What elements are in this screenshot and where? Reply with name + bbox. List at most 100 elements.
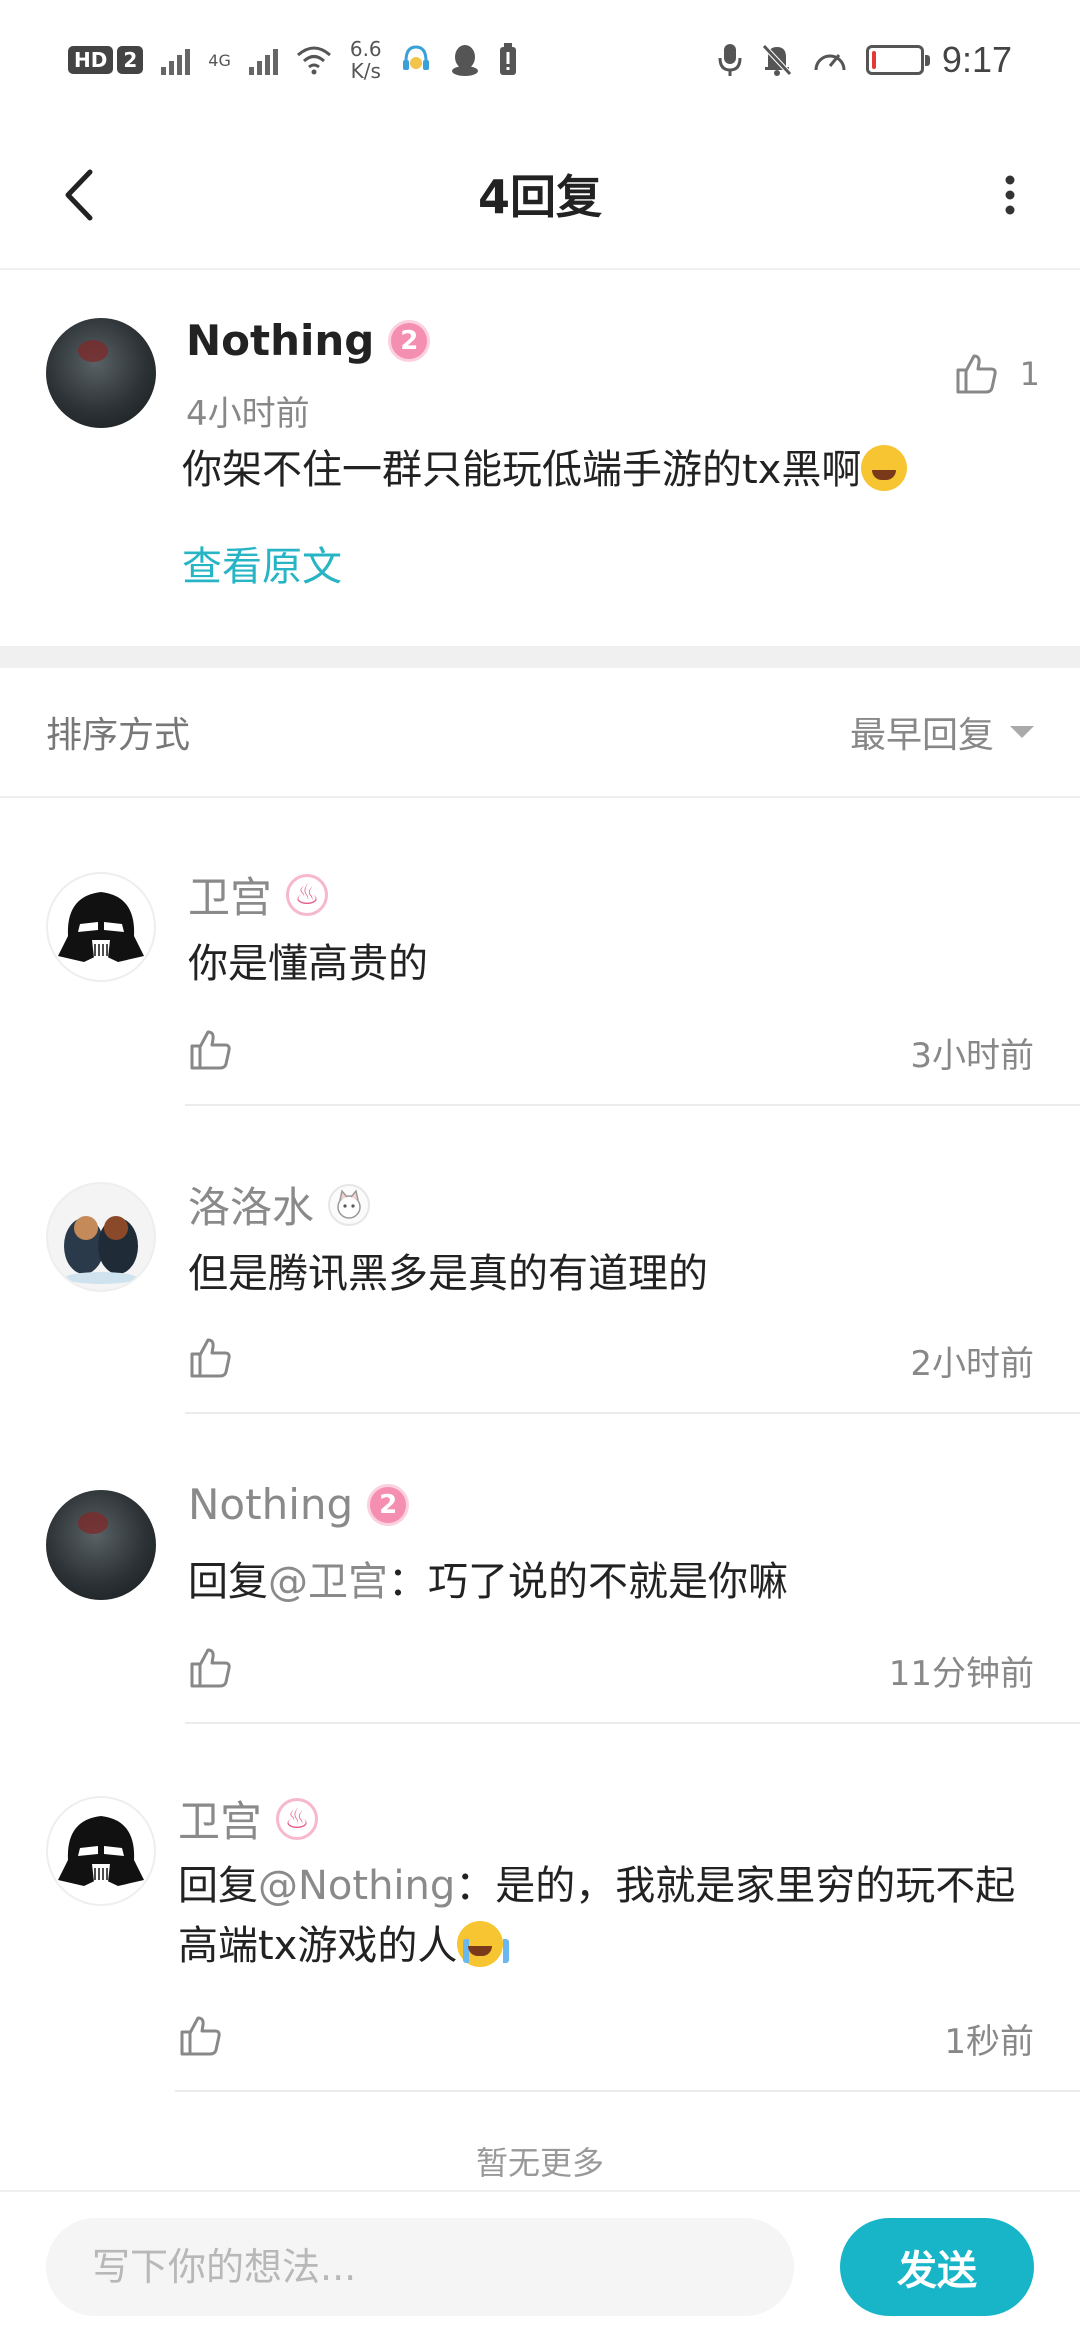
fire-icon: ♨ — [284, 1802, 310, 1835]
reply-item: 卫宫 ♨ 回复@Nothing：是的，我就是家里穷的玩不起高端tx游戏的人 1秒… — [0, 1726, 1080, 2096]
qq-icon — [451, 45, 478, 76]
crying-emoji — [457, 1921, 510, 1967]
avatar[interactable] — [46, 1796, 156, 1906]
level-badge: 2 — [388, 319, 431, 362]
sort-dropdown[interactable]: 最早回复 — [850, 706, 1034, 758]
author-row: Nothing 2 — [186, 316, 431, 365]
hd-icon: HD 2 — [68, 46, 144, 74]
reply-time: 11分钟前 — [888, 1654, 1034, 1694]
reply-item: 洛洛水 但是腾讯黑多是真的有道理的 2小时前 — [0, 1108, 1080, 1416]
caret-down-icon — [1010, 726, 1034, 738]
reply-item: 卫宫 ♨ 你是懂高贵的 3小时前 — [0, 798, 1080, 1108]
reply-time: 2小时前 — [910, 1344, 1034, 1384]
avatar[interactable] — [46, 1182, 156, 1292]
reply-item: Nothing 2 回复@卫宫：巧了说的不就是你嘛 11分钟前 — [0, 1416, 1080, 1726]
more-vertical-icon — [1005, 175, 1015, 215]
reply-text: 你是懂高贵的 — [188, 941, 428, 987]
status-right: 9:17 — [718, 39, 1012, 81]
author-row: 卫宫 ♨ — [178, 1788, 319, 1849]
reply-time: 3小时前 — [910, 1036, 1034, 1076]
battery-level — [871, 51, 876, 69]
mention-link[interactable]: @Nothing — [258, 1863, 455, 1909]
divider — [185, 1412, 1080, 1414]
like-button[interactable] — [180, 1638, 240, 1698]
thumbs-up-icon — [190, 1030, 231, 1070]
vader-avatar-icon — [58, 892, 144, 962]
author-name[interactable]: Nothing — [186, 316, 374, 365]
thumbs-up-icon — [180, 2016, 221, 2056]
composer-bar: 发送 — [0, 2190, 1080, 2340]
mute-bell-icon — [762, 44, 792, 76]
speedometer-icon — [814, 54, 846, 71]
cat-icon — [337, 1188, 361, 1219]
like-button[interactable] — [180, 1020, 240, 1080]
avatar[interactable] — [46, 872, 156, 982]
clock: 9:17 — [941, 39, 1012, 80]
fire-badge: ♨ — [286, 873, 329, 916]
rolling-laugh-emoji — [861, 445, 908, 491]
nav-bar: 4回复 — [0, 120, 1080, 270]
root-comment: Nothing 2 4小时前 你架不住一群只能玩低端手游的tx黑啊 查看原文 1 — [0, 272, 1080, 646]
mention-link[interactable]: @卫宫 — [268, 1559, 388, 1605]
level-badge: 2 — [367, 1483, 410, 1526]
anime-avatar-icon — [64, 1216, 138, 1284]
author-row: Nothing 2 — [188, 1480, 410, 1529]
send-button[interactable]: 发送 — [840, 2218, 1034, 2316]
chevron-left-icon — [65, 169, 93, 221]
signal-icon-2 — [248, 45, 278, 75]
divider — [175, 2090, 1080, 2092]
divider — [185, 1104, 1080, 1106]
author-row: 洛洛水 — [188, 1174, 371, 1235]
sort-row: 排序方式 最早回复 — [0, 668, 1080, 798]
comment-body: 你架不住一群只能玩低端手游的tx黑啊 — [182, 447, 862, 493]
thumbs-up-icon — [956, 354, 997, 394]
hd-label: HD — [68, 46, 114, 74]
more-button[interactable] — [970, 155, 1050, 235]
comment-time: 4小时前 — [186, 394, 310, 434]
reply-body: ：巧了说的不就是你嘛 — [388, 1559, 788, 1605]
status-left: HD 2 4G 6.6 K/s — [68, 38, 518, 82]
fire-badge: ♨ — [276, 1797, 319, 1840]
reply-prefix: 回复 — [178, 1863, 258, 1909]
author-name[interactable]: 洛洛水 — [188, 1174, 314, 1235]
anime-badge — [328, 1183, 371, 1226]
like-button[interactable]: 1 — [954, 352, 1040, 396]
reply-text: 回复@卫宫：巧了说的不就是你嘛 — [188, 1552, 788, 1612]
like-count: 1 — [1019, 355, 1040, 393]
sort-selected: 最早回复 — [849, 715, 994, 756]
page-title: 4回复 — [477, 170, 602, 224]
network-speed: 6.6 K/s — [350, 38, 382, 82]
app-notification-icon — [402, 45, 429, 70]
vader-avatar-icon — [58, 1816, 144, 1886]
reply-prefix: 回复 — [188, 1559, 268, 1605]
avatar[interactable] — [46, 318, 156, 428]
speed-value: 6.6 — [349, 37, 382, 61]
speed-unit: K/s — [350, 59, 381, 83]
sort-label: 排序方式 — [46, 715, 191, 756]
signal-icon — [161, 45, 191, 75]
like-button[interactable] — [180, 1328, 240, 1388]
net-label: 4G — [208, 50, 231, 70]
back-button[interactable] — [40, 155, 120, 235]
divider — [185, 1722, 1080, 1724]
battery-icon — [865, 45, 930, 75]
avatar[interactable] — [46, 1490, 156, 1600]
author-name[interactable]: 卫宫 — [178, 1788, 262, 1849]
comment-input[interactable] — [46, 2218, 794, 2316]
status-bar: HD 2 4G 6.6 K/s 9:17 — [0, 0, 1080, 120]
reply-text: 但是腾讯黑多是真的有道理的 — [188, 1251, 708, 1297]
author-name[interactable]: 卫宫 — [188, 864, 272, 925]
thumbs-up-icon — [190, 1338, 231, 1378]
sim-label: 2 — [117, 46, 144, 74]
battery-alert-icon — [499, 43, 516, 75]
author-row: 卫宫 ♨ — [188, 864, 329, 925]
author-name[interactable]: Nothing — [188, 1480, 353, 1529]
fire-icon: ♨ — [294, 878, 320, 911]
no-more-text: 暂无更多 — [475, 2144, 604, 2182]
like-button[interactable] — [170, 2006, 230, 2066]
reply-text: 回复@Nothing：是的，我就是家里穷的玩不起高端tx游戏的人 — [178, 1856, 1038, 1976]
reply-time: 1秒前 — [944, 2022, 1034, 2062]
view-original-link[interactable]: 查看原文 — [182, 534, 342, 592]
thumbs-up-icon — [190, 1648, 231, 1688]
wifi-icon — [296, 46, 331, 75]
